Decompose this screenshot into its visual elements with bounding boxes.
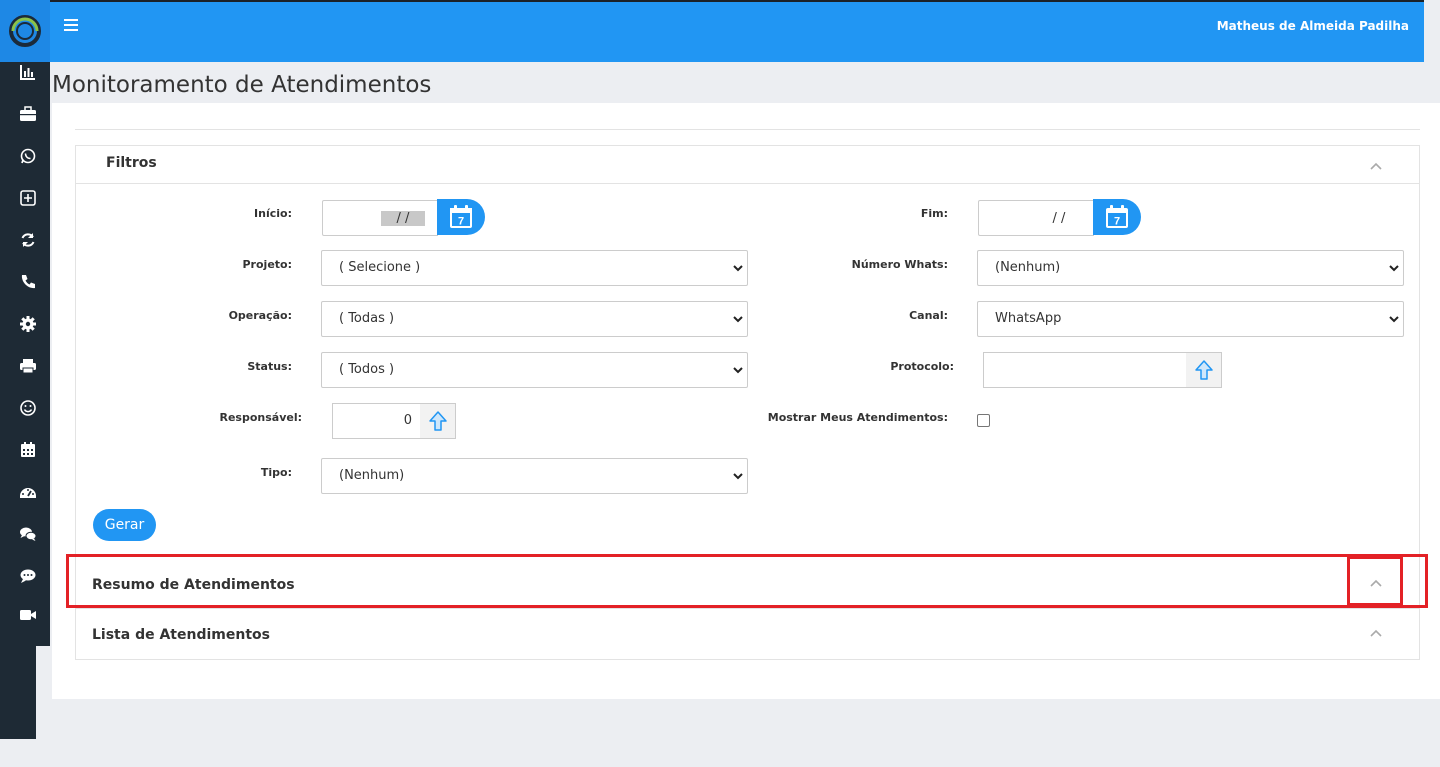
canal-select[interactable]: WhatsApp [977, 301, 1404, 337]
fim-label: Fim: [920, 207, 948, 220]
operacao-select[interactable]: ( Todas ) [321, 301, 748, 337]
fim-date-input[interactable]: / / [978, 200, 1094, 236]
numero-whats-select-value: (Nenhum) [995, 260, 1061, 275]
sidebar-footer [0, 646, 36, 739]
lista-panel [75, 609, 1420, 660]
lista-title[interactable]: Lista de Atendimentos [92, 627, 270, 643]
operacao-select-value: ( Todas ) [339, 311, 395, 326]
chevron-up-icon[interactable] [1369, 628, 1383, 638]
chevron-up-icon[interactable] [1369, 161, 1383, 171]
status-select[interactable]: ( Todos ) [321, 352, 748, 388]
mostrar-meus-label: Mostrar Meus Atendimentos: [767, 411, 948, 424]
tipo-select-value: (Nenhum) [339, 468, 405, 483]
inicio-label: Início: [254, 207, 292, 220]
filters-header-divider [76, 183, 1419, 184]
page-title: Monitoramento de Atendimentos [52, 72, 432, 98]
gear-icon[interactable] [19, 315, 37, 333]
responsavel-input[interactable]: 0 [332, 403, 421, 439]
protocolo-label: Protocolo: [890, 360, 954, 373]
arrow-up-icon [1194, 360, 1213, 380]
inicio-date-input[interactable]: / / [322, 200, 438, 236]
smile-icon[interactable] [19, 399, 37, 417]
chevron-down-icon [1389, 265, 1399, 272]
projeto-label: Projeto: [242, 258, 293, 271]
tipo-label: Tipo: [260, 466, 292, 479]
arrow-up-icon [428, 411, 447, 431]
tipo-select[interactable]: (Nenhum) [321, 458, 748, 494]
chevron-down-icon [733, 367, 743, 374]
inicio-calendar-button[interactable]: 7 [437, 199, 485, 235]
headset-logo-icon [9, 15, 41, 47]
fim-calendar-button[interactable]: 7 [1093, 199, 1141, 235]
chevron-up-icon[interactable] [1369, 578, 1383, 588]
user-name[interactable]: Matheus de Almeida Padilha [1217, 19, 1409, 33]
top-bar: Matheus de Almeida Padilha [0, 0, 1424, 62]
responsavel-search-button[interactable] [420, 403, 456, 439]
fim-date-value: / / [1052, 211, 1066, 226]
projeto-select-value: ( Selecione ) [339, 260, 421, 275]
gerar-button[interactable]: Gerar [93, 509, 156, 541]
chevron-down-icon [733, 316, 743, 323]
filters-title[interactable]: Filtros [106, 155, 157, 171]
numero-whats-select[interactable]: (Nenhum) [977, 250, 1404, 286]
status-select-value: ( Todos ) [339, 362, 395, 377]
chevron-down-icon [1389, 316, 1399, 323]
phone-icon[interactable] [19, 273, 37, 291]
app-logo[interactable] [0, 0, 50, 62]
refresh-icon[interactable] [19, 231, 37, 249]
resumo-title[interactable]: Resumo de Atendimentos [92, 577, 295, 593]
video-icon[interactable] [19, 606, 37, 624]
calendar-icon: 7 [1106, 205, 1128, 228]
calendar-day: 7 [1114, 216, 1120, 228]
plus-square-icon[interactable] [19, 189, 37, 207]
divider [75, 129, 1420, 130]
calendar-day: 7 [458, 216, 464, 228]
comments-icon[interactable] [19, 525, 37, 543]
operacao-label: Operação: [228, 309, 292, 322]
briefcase-icon[interactable] [19, 105, 37, 123]
responsavel-label: Responsável: [219, 411, 302, 424]
chevron-down-icon [733, 473, 743, 480]
mostrar-meus-checkbox[interactable] [977, 414, 990, 427]
dashboard-icon[interactable] [19, 483, 37, 501]
calendar-icon[interactable] [19, 441, 37, 459]
status-label: Status: [247, 360, 292, 373]
whatsapp-icon[interactable] [19, 147, 37, 165]
canal-label: Canal: [909, 309, 948, 322]
comment-dots-icon[interactable] [19, 567, 37, 585]
inicio-date-value: / / [381, 211, 425, 226]
chevron-down-icon [733, 265, 743, 272]
canal-select-value: WhatsApp [995, 311, 1062, 326]
bar-chart-icon[interactable] [19, 63, 37, 81]
printer-icon[interactable] [19, 357, 37, 375]
calendar-icon: 7 [450, 205, 472, 228]
projeto-select[interactable]: ( Selecione ) [321, 250, 748, 286]
hamburger-icon[interactable] [62, 16, 80, 34]
protocolo-search-button[interactable] [1186, 352, 1222, 388]
numero-whats-label: Número Whats: [851, 258, 948, 271]
protocolo-input[interactable] [983, 352, 1187, 388]
